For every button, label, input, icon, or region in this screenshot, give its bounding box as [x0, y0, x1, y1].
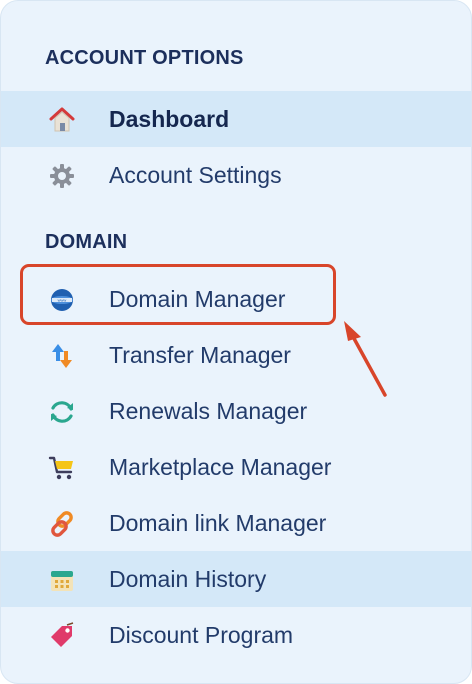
- cart-icon: [47, 453, 77, 483]
- sidebar-item-discount-program[interactable]: Discount Program: [1, 607, 471, 663]
- link-icon: [47, 509, 77, 539]
- sidebar-item-label: Account Settings: [109, 161, 282, 188]
- sidebar-item-label: Domain link Manager: [109, 509, 327, 536]
- sidebar-item-dashboard[interactable]: Dashboard: [1, 91, 471, 147]
- sidebar-item-label: Renewals Manager: [109, 397, 308, 424]
- sidebar-item-domain-link-manager[interactable]: Domain link Manager: [1, 495, 471, 551]
- sidebar-item-renewals-manager[interactable]: Renewals Manager: [1, 383, 471, 439]
- section-title-account-options: ACCOUNT OPTIONS: [45, 47, 244, 69]
- sidebar-item-domain-history[interactable]: Domain History: [1, 551, 471, 607]
- sidebar-item-marketplace-manager[interactable]: Marketplace Manager: [1, 439, 471, 495]
- tag-icon: [47, 621, 77, 651]
- home-icon: [47, 105, 77, 135]
- section-title-domain: DOMAIN: [45, 231, 128, 253]
- renew-icon: [47, 397, 77, 427]
- sidebar-item-account-settings[interactable]: Account Settings: [1, 147, 471, 203]
- sidebar-item-transfer-manager[interactable]: Transfer Manager: [1, 327, 471, 383]
- sidebar-item-label: Discount Program: [109, 621, 294, 648]
- sidebar-item-label: Domain History: [109, 565, 267, 592]
- sidebar-item-label: Transfer Manager: [109, 341, 291, 368]
- gear-icon: [47, 161, 77, 191]
- sidebar-item-label: Dashboard: [109, 105, 230, 132]
- annotation-highlight-box: [20, 264, 336, 325]
- transfer-icon: [47, 341, 77, 371]
- sidebar-item-label: Marketplace Manager: [109, 453, 332, 480]
- calendar-icon: [47, 565, 77, 595]
- sidebar-panel: ACCOUNT OPTIONS Dashboard Account Settin…: [0, 0, 472, 684]
